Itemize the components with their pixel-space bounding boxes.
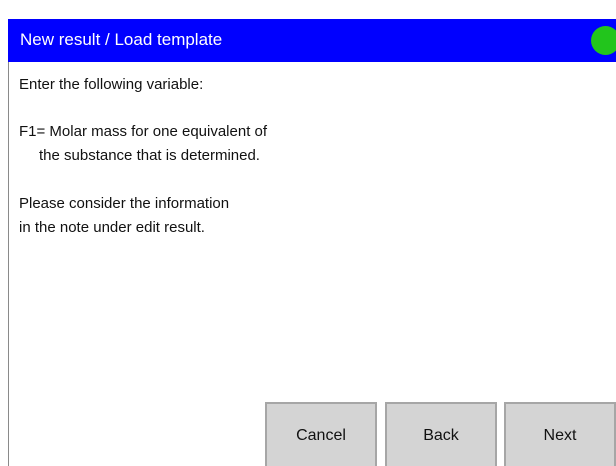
back-button-label: Back — [423, 427, 459, 444]
intro-text: Enter the following variable: — [19, 76, 204, 93]
variable-description-line-2: the substance that is determined. — [39, 147, 260, 164]
dialog-window: New result / Load template Enter the fol… — [0, 0, 616, 466]
back-button[interactable]: Back — [385, 402, 497, 466]
next-button-label: Next — [543, 427, 577, 444]
variable-description-line-1: F1= Molar mass for one equivalent of — [19, 123, 268, 140]
cancel-button[interactable]: Cancel — [265, 402, 377, 466]
status-indicator-icon — [591, 26, 616, 55]
next-button[interactable]: Next — [504, 402, 616, 466]
cancel-button-label: Cancel — [296, 427, 346, 444]
note-text-line-2: in the note under edit result. — [19, 219, 205, 236]
note-text-line-1: Please consider the information — [19, 195, 230, 212]
dialog-title: New result / Load template — [20, 30, 223, 49]
title-bar: New result / Load template — [8, 19, 616, 62]
